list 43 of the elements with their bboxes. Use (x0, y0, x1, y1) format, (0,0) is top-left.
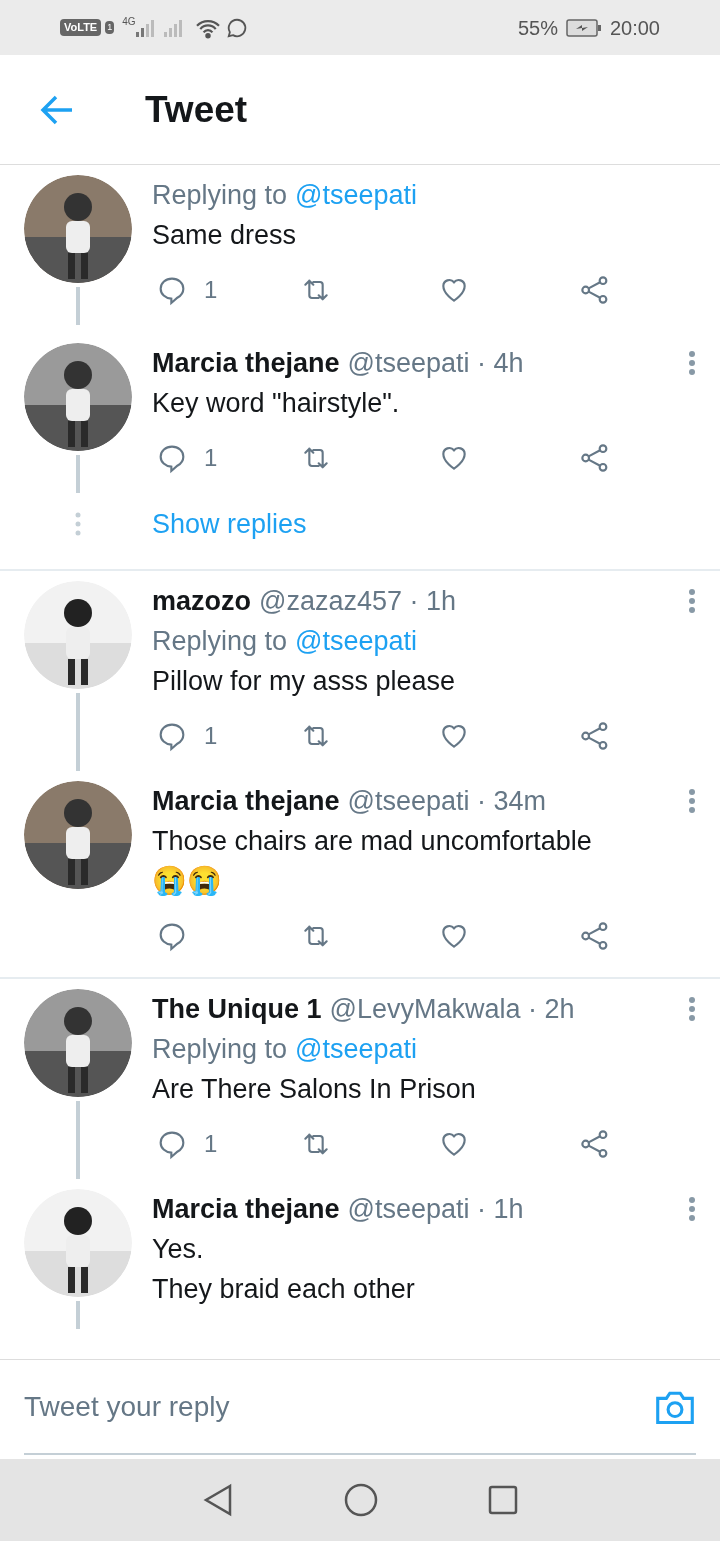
reply-count: 1 (204, 443, 218, 473)
author-name[interactable]: Marcia thejane (152, 781, 340, 821)
tweet-text: Key word "hairstyle". (152, 387, 401, 420)
tweet-text: Are There Salons In Prison (152, 1073, 477, 1106)
more-icon[interactable] (688, 1196, 696, 1222)
battery-icon (565, 18, 602, 37)
author-meta: @tseepati · 1h (347, 1193, 524, 1226)
recents-nav-icon[interactable] (488, 1485, 518, 1515)
clock: 20:00 (609, 15, 660, 41)
volte-badge: VoLTE (60, 19, 102, 36)
author-meta: @LevyMakwala · 2h (329, 993, 575, 1026)
author-name[interactable]: Marcia thejane (152, 343, 340, 383)
reply-count: 1 (204, 721, 218, 751)
replying-to-label: Replying to (152, 625, 288, 658)
replying-to-label: Replying to (152, 179, 288, 212)
network-type: 4G (122, 15, 136, 29)
author-meta: @tseepati · 4h (347, 347, 524, 380)
tweet-text: Yes. They braid each other (152, 1233, 416, 1306)
sim-badge: 1 (105, 20, 115, 35)
author-meta: @tseepati · 34m (347, 785, 547, 818)
back-nav-icon[interactable] (202, 1483, 234, 1517)
author-meta: @zazaz457 · 1h (259, 585, 457, 618)
reply-field[interactable]: Tweet your reply (24, 1385, 654, 1428)
author-name[interactable]: The Unique 1 (152, 989, 322, 1029)
battery-percent: 55% (517, 15, 558, 41)
more-icon[interactable] (688, 788, 696, 814)
more-icon[interactable] (688, 588, 696, 614)
emoji: 😭😭 (152, 864, 223, 898)
back-icon[interactable] (40, 94, 74, 125)
replying-to-label: Replying to (152, 1033, 288, 1066)
home-nav-icon[interactable] (344, 1483, 378, 1517)
more-icon[interactable] (688, 350, 696, 376)
dots-icon (75, 512, 81, 536)
reply-count: 1 (204, 275, 218, 305)
tweet-text: Pillow for my asss please (152, 665, 457, 698)
author-name[interactable]: mazozo (152, 581, 251, 621)
chat-icon (225, 16, 248, 39)
reply-count: 1 (204, 1129, 218, 1159)
more-icon[interactable] (688, 996, 696, 1022)
page-title: Tweet (145, 87, 248, 132)
author-name[interactable]: Marcia thejane (152, 1189, 340, 1229)
tweet-text: Same dress (152, 219, 298, 252)
tweet-text: Those chairs are mad uncomfortable (152, 825, 593, 858)
